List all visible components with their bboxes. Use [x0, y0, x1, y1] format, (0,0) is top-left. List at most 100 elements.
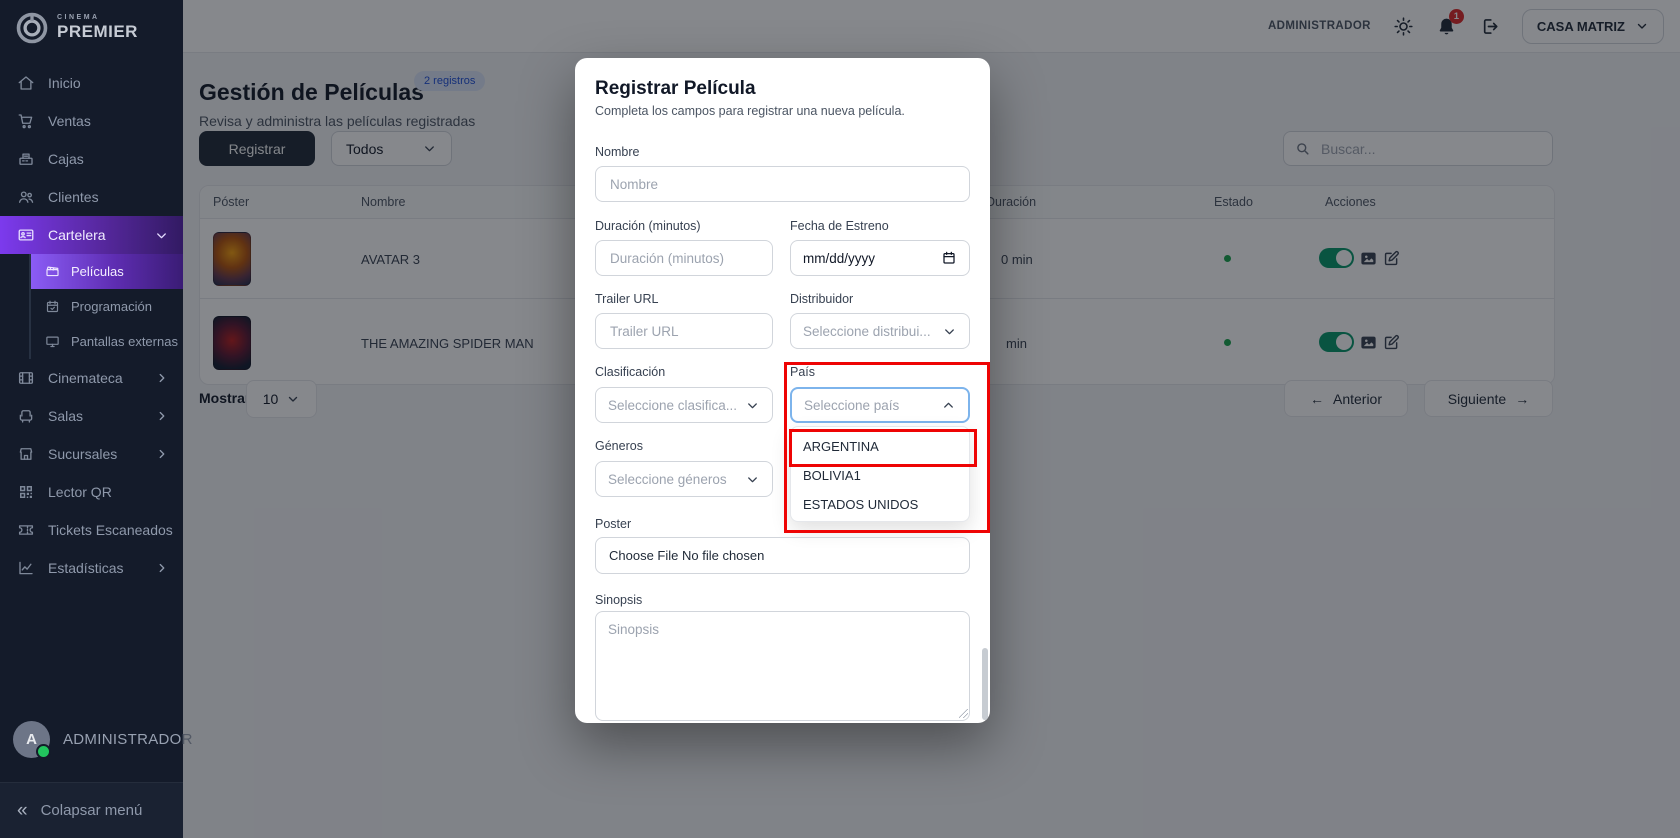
cartelera-submenu: Películas Programación Pantallas externa…	[29, 254, 183, 359]
chevron-down-icon	[745, 472, 760, 487]
sidebar-user-name: ADMINISTRADOR	[63, 731, 193, 748]
trailer-label: Trailer URL	[595, 292, 658, 306]
genres-placeholder: Seleccione géneros	[608, 472, 727, 487]
duration-label: Duración (minutos)	[595, 219, 701, 233]
sidebar-item-label: Ventas	[48, 113, 91, 129]
chevron-down-icon	[154, 228, 169, 243]
app-screen: CINEMA PREMIER Inicio Ventas Cajas Clien…	[0, 0, 1680, 838]
sidebar-item-salas[interactable]: Salas	[0, 397, 183, 435]
sidebar-subitem-programacion[interactable]: Programación	[31, 289, 183, 324]
file-input-text: Choose File No file chosen	[609, 548, 764, 563]
sidebar-subitem-peliculas[interactable]: Películas	[31, 254, 183, 289]
distributor-placeholder: Seleccione distribui...	[803, 324, 931, 339]
release-date-label: Fecha de Estreno	[790, 219, 889, 233]
poster-file-input[interactable]: Choose File No file chosen	[595, 537, 970, 574]
chevron-down-icon	[745, 398, 760, 413]
release-date-input[interactable]: mm/dd/yyyy	[790, 240, 970, 276]
sidebar-item-sucursales[interactable]: Sucursales	[0, 435, 183, 473]
country-label: País	[790, 365, 815, 379]
sidebar-item-label: Inicio	[48, 75, 81, 91]
modal-title: Registrar Película	[595, 78, 756, 100]
poster-label: Poster	[595, 517, 631, 531]
classification-select[interactable]: Seleccione clasifica...	[595, 387, 773, 423]
sidebar-item-label: Sucursales	[48, 446, 117, 462]
sidebar-subitem-pantallas-externas[interactable]: Pantallas externas	[31, 324, 183, 359]
name-field	[595, 166, 970, 202]
duration-input[interactable]	[608, 250, 760, 267]
sidebar: CINEMA PREMIER Inicio Ventas Cajas Clien…	[0, 0, 183, 838]
sidebar-item-cajas[interactable]: Cajas	[0, 140, 183, 178]
chevron-right-icon	[155, 561, 169, 575]
country-option-bolivia1[interactable]: BOLIVIA1	[791, 461, 969, 490]
sidebar-item-label: Estadísticas	[48, 560, 123, 576]
store-icon	[17, 445, 35, 463]
chevron-right-icon	[155, 409, 169, 423]
sidebar-item-ventas[interactable]: Ventas	[0, 102, 183, 140]
genres-select[interactable]: Seleccione géneros	[595, 461, 773, 497]
brand-top-text: CINEMA	[57, 14, 138, 21]
textarea-resize-handle[interactable]	[959, 709, 968, 718]
register-movie-modal: Registrar Película Completa los campos p…	[575, 58, 990, 723]
sidebar-item-label: Cajas	[48, 151, 84, 167]
cart-icon	[17, 112, 35, 130]
chevron-up-icon	[941, 398, 956, 413]
country-select[interactable]: Seleccione país	[790, 387, 970, 423]
sidebar-subitem-label: Películas	[71, 264, 124, 279]
distributor-select[interactable]: Seleccione distribui...	[790, 313, 970, 349]
seat-icon	[17, 407, 35, 425]
sidebar-nav: Inicio Ventas Cajas Clientes Cartelera	[0, 64, 183, 587]
chevrons-left-icon: «	[17, 800, 28, 822]
country-placeholder: Seleccione país	[804, 398, 899, 413]
sidebar-user[interactable]: A ADMINISTRADOR	[13, 721, 193, 758]
sidebar-item-label: Tickets Escaneados	[48, 522, 173, 538]
sidebar-item-clientes[interactable]: Clientes	[0, 178, 183, 216]
sidebar-item-lector-qr[interactable]: Lector QR	[0, 473, 183, 511]
sidebar-subitem-label: Pantallas externas	[71, 334, 178, 349]
film-strip-icon	[17, 369, 35, 387]
name-input[interactable]	[608, 176, 957, 193]
monitor-icon	[45, 334, 60, 349]
premier-logo-icon	[14, 10, 50, 46]
synopsis-label: Sinopsis	[595, 593, 642, 607]
duration-field	[595, 240, 773, 276]
brand-logo[interactable]: CINEMA PREMIER	[14, 10, 138, 46]
qr-code-icon	[17, 483, 35, 501]
sidebar-item-estadisticas[interactable]: Estadísticas	[0, 549, 183, 587]
billboard-icon	[17, 226, 35, 244]
chevron-right-icon	[155, 371, 169, 385]
collapse-menu-button[interactable]: « Colapsar menú	[0, 782, 183, 838]
sidebar-item-tickets-escaneados[interactable]: Tickets Escaneados	[0, 511, 183, 549]
sidebar-item-cartelera[interactable]: Cartelera	[0, 216, 183, 254]
classification-label: Clasificación	[595, 365, 665, 379]
sidebar-item-cinemateca[interactable]: Cinemateca	[0, 359, 183, 397]
users-icon	[17, 188, 35, 206]
chart-icon	[17, 559, 35, 577]
online-status-dot	[36, 744, 51, 759]
calendar-icon[interactable]	[941, 250, 957, 266]
sidebar-item-label: Cartelera	[48, 227, 106, 243]
synopsis-textarea[interactable]	[595, 611, 970, 721]
calendar-check-icon	[45, 299, 60, 314]
country-option-estados-unidos[interactable]: ESTADOS UNIDOS	[791, 490, 969, 519]
country-option-argentina[interactable]: ARGENTINA	[791, 432, 969, 461]
trailer-input[interactable]	[608, 323, 760, 340]
cash-register-icon	[17, 150, 35, 168]
classification-placeholder: Seleccione clasifica...	[608, 398, 737, 413]
name-label: Nombre	[595, 145, 639, 159]
ticket-icon	[17, 521, 35, 539]
sidebar-item-inicio[interactable]: Inicio	[0, 64, 183, 102]
chevron-down-icon	[942, 324, 957, 339]
trailer-field	[595, 313, 773, 349]
avatar-initial: A	[26, 731, 37, 748]
sidebar-subitem-label: Programación	[71, 299, 152, 314]
sidebar-item-label: Salas	[48, 408, 83, 424]
sidebar-item-label: Cinemateca	[48, 370, 123, 386]
avatar: A	[13, 721, 50, 758]
modal-subtitle: Completa los campos para registrar una n…	[595, 104, 905, 118]
collapse-menu-label: Colapsar menú	[41, 802, 143, 819]
modal-scrollbar-thumb[interactable]	[982, 648, 988, 720]
home-icon	[17, 74, 35, 92]
distributor-label: Distribuidor	[790, 292, 853, 306]
sidebar-item-label: Lector QR	[48, 484, 112, 500]
release-date-value: mm/dd/yyyy	[803, 251, 875, 266]
